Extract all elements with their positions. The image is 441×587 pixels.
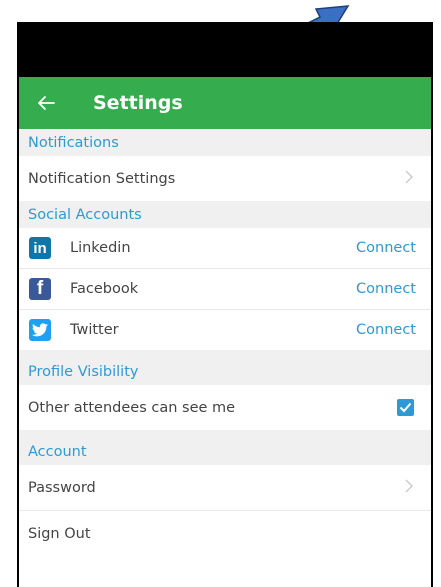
app-bar: Settings (19, 77, 431, 129)
status-bar (19, 22, 431, 77)
linkedin-connect-button[interactable]: Connect (356, 240, 416, 256)
twitter-item: Twitter Connect (19, 310, 431, 350)
visibility-label: Other attendees can see me (28, 399, 236, 416)
screenshot-canvas: Settings Notifications Notification Sett… (0, 0, 441, 587)
visibility-item[interactable]: Other attendees can see me (19, 385, 431, 430)
password-label: Password (28, 479, 96, 496)
section-header-notifications: Notifications (19, 129, 431, 156)
facebook-item: f Facebook Connect (19, 269, 431, 310)
sign-out-item[interactable]: Sign Out (19, 511, 431, 556)
back-arrow-icon[interactable] (23, 95, 69, 111)
twitter-label: Twitter (70, 322, 119, 338)
section-spacer (19, 430, 431, 438)
notification-settings-label: Notification Settings (28, 170, 176, 187)
section-header-social-accounts: Social Accounts (19, 201, 431, 228)
notification-settings-item[interactable]: Notification Settings (19, 156, 431, 201)
section-header-profile-visibility: Profile Visibility (19, 358, 431, 385)
sign-out-label: Sign Out (28, 525, 91, 542)
linkedin-label: Linkedin (70, 240, 131, 256)
password-item[interactable]: Password (19, 465, 431, 511)
facebook-connect-button[interactable]: Connect (356, 281, 416, 297)
chevron-right-icon (405, 169, 413, 188)
twitter-connect-button[interactable]: Connect (356, 322, 416, 338)
page-title: Settings (93, 92, 183, 114)
section-spacer (19, 350, 431, 358)
linkedin-icon: in (29, 237, 51, 259)
visibility-checkbox[interactable] (397, 399, 414, 416)
chevron-right-icon (405, 478, 413, 497)
phone-screen: Settings Notifications Notification Sett… (17, 22, 433, 587)
facebook-label: Facebook (70, 281, 139, 297)
checkmark-icon (399, 402, 412, 413)
facebook-icon: f (29, 278, 51, 300)
linkedin-item: in Linkedin Connect (19, 228, 431, 269)
section-header-account: Account (19, 438, 431, 465)
twitter-icon (29, 319, 51, 341)
